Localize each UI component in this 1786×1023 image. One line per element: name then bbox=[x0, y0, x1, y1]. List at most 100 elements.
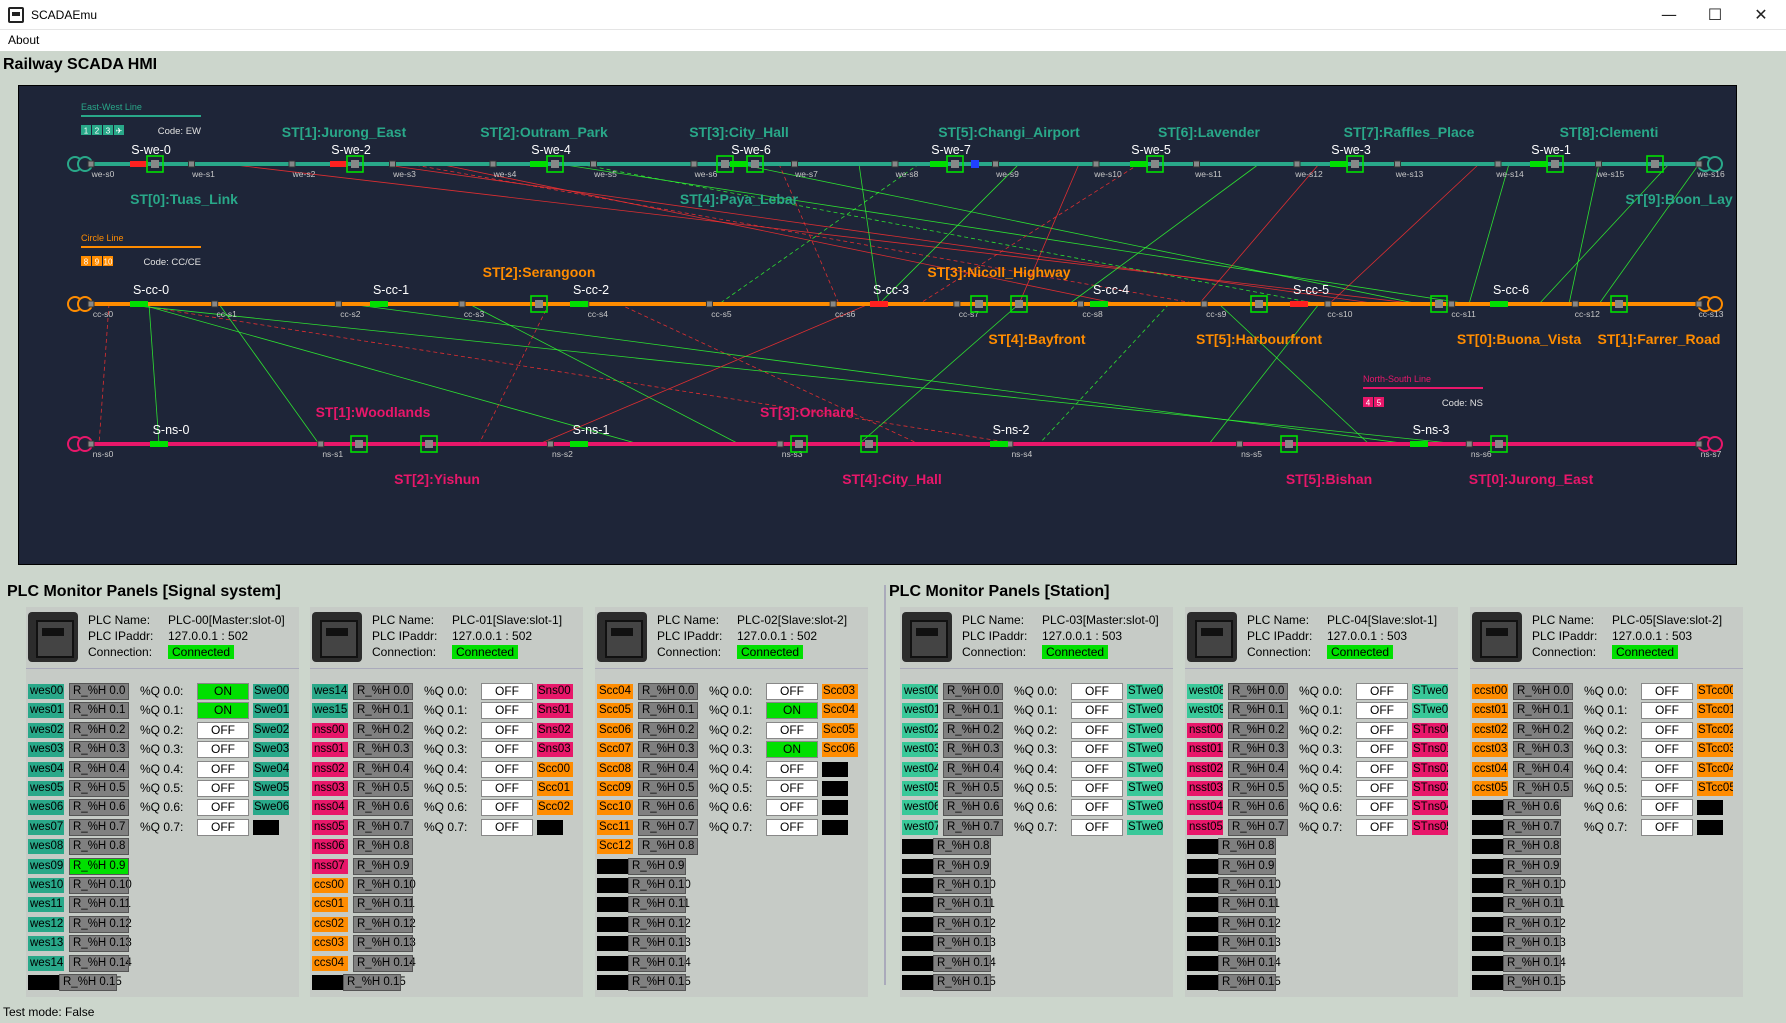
coil-toggle[interactable]: OFF bbox=[1641, 702, 1693, 720]
coil-toggle[interactable]: OFF bbox=[1641, 818, 1693, 836]
holding-register: R_%H 0.3 bbox=[1228, 741, 1288, 759]
coil-toggle[interactable]: OFF bbox=[1071, 683, 1123, 700]
coil-label: %Q 0.1: bbox=[1299, 703, 1343, 718]
coil-toggle[interactable]: OFF bbox=[1356, 741, 1408, 759]
status-bar: Test mode: False bbox=[3, 1005, 95, 1019]
coil-toggle[interactable]: OFF bbox=[1071, 780, 1123, 797]
coil-toggle[interactable]: OFF bbox=[197, 741, 249, 759]
output-tag: Swe01 bbox=[253, 703, 289, 719]
coil-toggle[interactable]: OFF bbox=[481, 683, 533, 700]
coil-label: %Q 0.1: bbox=[1014, 703, 1058, 718]
coil-toggle[interactable]: OFF bbox=[1071, 799, 1123, 817]
menu-about[interactable]: About bbox=[8, 33, 39, 47]
coil-toggle[interactable]: OFF bbox=[1641, 760, 1693, 778]
legend-code-cc: Code: CC/CE bbox=[143, 257, 201, 268]
coil-toggle[interactable]: ON bbox=[197, 702, 249, 720]
coil-toggle[interactable]: OFF bbox=[481, 760, 533, 778]
coil-toggle[interactable]: OFF bbox=[197, 799, 249, 817]
coil-toggle[interactable]: OFF bbox=[766, 683, 818, 700]
coil-toggle[interactable]: OFF bbox=[197, 818, 249, 836]
coil-toggle[interactable]: OFF bbox=[197, 721, 249, 739]
coil-toggle[interactable]: OFF bbox=[766, 760, 818, 778]
station-marker-core bbox=[721, 160, 729, 168]
coil-toggle[interactable]: OFF bbox=[1071, 741, 1123, 759]
holding-register: R_%H 0.7 bbox=[353, 818, 413, 836]
coil-toggle[interactable]: OFF bbox=[1356, 702, 1408, 720]
coil-toggle[interactable]: OFF bbox=[1356, 683, 1408, 700]
coil-toggle[interactable]: ON bbox=[197, 683, 249, 700]
connection-status-badge: Connected bbox=[737, 645, 804, 659]
coil-toggle[interactable]: OFF bbox=[1071, 702, 1123, 720]
coil-toggle[interactable]: OFF bbox=[1356, 818, 1408, 836]
coil-toggle[interactable]: OFF bbox=[481, 799, 533, 817]
coil-toggle[interactable]: OFF bbox=[1071, 760, 1123, 778]
input-tag bbox=[1187, 916, 1223, 932]
coil-toggle[interactable]: OFF bbox=[197, 780, 249, 797]
holding-register: R_%H 0.6 bbox=[1503, 799, 1561, 817]
holding-register: R_%H 0.0 bbox=[353, 683, 413, 700]
coil-toggle[interactable]: OFF bbox=[766, 780, 818, 797]
holding-register: R_%H 0.12 bbox=[353, 915, 416, 933]
maximize-button[interactable]: ☐ bbox=[1692, 0, 1738, 30]
signal-label: S-cc-5 bbox=[1293, 283, 1329, 297]
holding-register: R_%H 0.12 bbox=[1218, 915, 1281, 933]
output-tag: STcc04 bbox=[1697, 761, 1733, 777]
coil-toggle[interactable]: OFF bbox=[1356, 799, 1408, 817]
coil-toggle[interactable]: OFF bbox=[481, 702, 533, 720]
sensor-we-s3 bbox=[389, 160, 396, 168]
coil-toggle[interactable]: ON bbox=[766, 702, 818, 720]
input-tag: wes07 bbox=[28, 819, 64, 835]
station-marker-core bbox=[151, 160, 159, 168]
sensor-ns-s6 bbox=[1465, 440, 1473, 448]
coil-toggle[interactable]: ON bbox=[766, 741, 818, 759]
input-tag: wes15 bbox=[312, 703, 348, 719]
coil-toggle[interactable]: OFF bbox=[481, 741, 533, 759]
coil-toggle[interactable]: OFF bbox=[1356, 721, 1408, 739]
coil-toggle[interactable]: OFF bbox=[1641, 799, 1693, 817]
coil-toggle[interactable]: OFF bbox=[766, 799, 818, 817]
holding-register: R_%H 0.2 bbox=[69, 721, 129, 739]
coil-toggle[interactable]: OFF bbox=[1356, 760, 1408, 778]
plc-ip-label: PLC IPaddr: bbox=[962, 629, 1028, 643]
holding-register: R_%H 0.8 bbox=[638, 838, 698, 856]
coil-toggle[interactable]: OFF bbox=[766, 721, 818, 739]
coil-toggle[interactable]: OFF bbox=[481, 818, 533, 836]
plc-conn-label: Connection: bbox=[88, 645, 153, 659]
minimize-button[interactable]: — bbox=[1646, 0, 1692, 30]
coil-toggle[interactable]: OFF bbox=[1641, 683, 1693, 700]
coil-toggle[interactable]: OFF bbox=[766, 818, 818, 836]
holding-register: R_%H 0.6 bbox=[1228, 799, 1288, 817]
signal-label: S-we-1 bbox=[1531, 143, 1571, 157]
input-tag: nsst04 bbox=[1187, 800, 1223, 816]
station-label: ST[5]:Bishan bbox=[1286, 471, 1372, 487]
coil-toggle[interactable]: OFF bbox=[1641, 780, 1693, 797]
coil-toggle[interactable]: OFF bbox=[1356, 780, 1408, 797]
coil-toggle[interactable]: OFF bbox=[1071, 818, 1123, 836]
coil-toggle[interactable]: OFF bbox=[481, 721, 533, 739]
coil-label: %Q 0.3: bbox=[709, 742, 753, 757]
input-tag bbox=[1187, 878, 1223, 893]
signal-label: S-ns-1 bbox=[573, 423, 610, 437]
coil-toggle[interactable]: OFF bbox=[1641, 741, 1693, 759]
coil-toggle[interactable]: OFF bbox=[197, 760, 249, 778]
holding-register: R_%H 0.11 bbox=[353, 896, 415, 914]
sensor-label: we-s4 bbox=[493, 169, 517, 179]
plc-panel-header: PLC Name: PLC-04[Slave:slot-1] PLC IPaddr:… bbox=[1185, 607, 1458, 669]
coil-toggle[interactable]: OFF bbox=[1641, 721, 1693, 739]
output-tag: STcc02 bbox=[1697, 722, 1733, 738]
coil-toggle[interactable]: OFF bbox=[481, 780, 533, 797]
input-tag bbox=[1187, 955, 1223, 971]
input-tag: nsst03 bbox=[1187, 781, 1223, 796]
input-tag: Scc12 bbox=[597, 839, 633, 855]
coil-label: %Q 0.7: bbox=[1299, 819, 1343, 834]
close-button[interactable]: ✕ bbox=[1738, 0, 1784, 30]
output-tag: STcc01 bbox=[1697, 703, 1733, 719]
signal-S-we-4 bbox=[530, 161, 548, 167]
coil-toggle[interactable]: OFF bbox=[1071, 721, 1123, 739]
station-label: ST[5]:Changi_Airport bbox=[938, 124, 1080, 140]
input-tag: nss01 bbox=[312, 742, 348, 758]
station-marker-core bbox=[551, 160, 559, 168]
plc-name-label: PLC Name: bbox=[1532, 613, 1595, 627]
holding-register: R_%H 0.11 bbox=[933, 896, 995, 914]
coil-label: %Q 0.5: bbox=[1014, 781, 1058, 795]
